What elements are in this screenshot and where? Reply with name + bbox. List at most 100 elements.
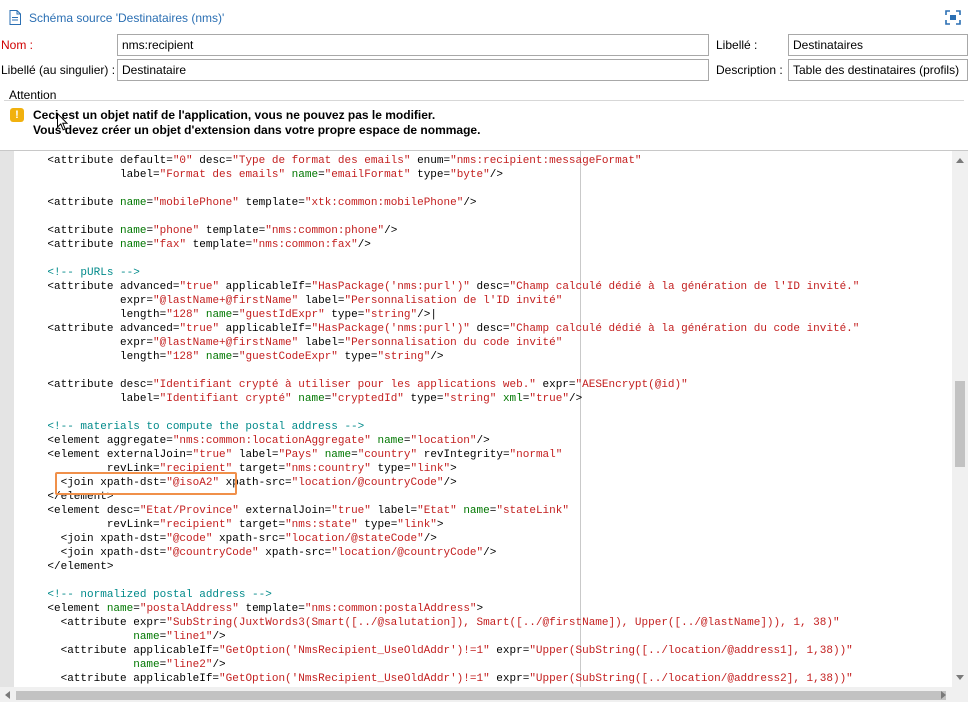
code-token: "Etat": [417, 505, 457, 517]
code-line[interactable]: <join xpath-dst="@code" xpath-src="locat…: [21, 532, 859, 546]
scroll-left-icon[interactable]: [5, 691, 10, 699]
source-editor[interactable]: <attribute default="0" desc="Type de for…: [0, 150, 968, 702]
horizontal-scroll-thumb[interactable]: [16, 691, 946, 700]
code-token: name: [205, 351, 233, 363]
code-token: name: [106, 603, 134, 615]
code-line[interactable]: <join xpath-dst="@countryCode" xpath-src…: [21, 546, 859, 560]
code-token: "true": [529, 393, 569, 405]
code-line[interactable]: length="128" name="guestIdExpr" type="st…: [21, 308, 859, 322]
code-token: expr=: [489, 645, 530, 657]
code-line[interactable]: <element aggregate="nms:common:locationA…: [21, 434, 859, 448]
name-field[interactable]: [117, 34, 709, 56]
code-token: =: [318, 169, 325, 181]
code-token: name: [133, 631, 160, 643]
code-line[interactable]: expr="@lastName+@firstName" label="Perso…: [21, 336, 859, 350]
code-line[interactable]: </element>: [21, 560, 859, 574]
code-token: />: [423, 533, 437, 545]
code-line[interactable]: <attribute default="0" desc="Type de for…: [21, 154, 859, 168]
code-line[interactable]: length="128" name="guestCodeExpr" type="…: [21, 350, 859, 364]
code-line[interactable]: <attribute applicableIf="GetOption('NmsR…: [21, 644, 859, 658]
code-line[interactable]: [21, 364, 859, 378]
code-line[interactable]: <element desc="Etat/Province" externalJo…: [21, 504, 859, 518]
source-code[interactable]: <attribute default="0" desc="Type de for…: [21, 154, 859, 686]
code-line[interactable]: [21, 252, 859, 266]
scroll-up-icon[interactable]: [956, 158, 964, 163]
code-token: type=: [357, 519, 398, 531]
code-line[interactable]: <attribute applicableIf="GetOption('NmsR…: [21, 672, 859, 686]
code-line[interactable]: <!-- normalized postal address -->: [21, 588, 859, 602]
code-line[interactable]: <element name="postalAddress" template="…: [21, 602, 859, 616]
code-token: "AESEncrypt(@id)": [575, 379, 688, 391]
code-token: template=: [238, 197, 305, 209]
code-token: <join xpath-dst=: [21, 547, 167, 559]
code-token: label=: [370, 505, 418, 517]
code-token: "guestCodeExpr": [238, 351, 338, 363]
code-line[interactable]: <attribute expr="SubString(JuxtWords3(Sm…: [21, 616, 859, 630]
code-line[interactable]: <attribute name="phone" template="nms:co…: [21, 224, 859, 238]
code-token: revIntegrity=: [417, 449, 510, 461]
code-token: =: [351, 449, 358, 461]
code-line[interactable]: name="line2"/>: [21, 658, 859, 672]
code-token: template=: [199, 225, 266, 237]
code-token: type=: [324, 309, 365, 321]
code-token: target=: [232, 463, 286, 475]
code-line[interactable]: [21, 406, 859, 420]
code-line[interactable]: <!-- materials to compute the postal add…: [21, 420, 859, 434]
code-line[interactable]: name="line1"/>: [21, 630, 859, 644]
code-line[interactable]: expr="@lastName+@firstName" label="Perso…: [21, 294, 859, 308]
scrollbar-corner: [952, 687, 968, 702]
code-line[interactable]: <element externalJoin="true" label="Pays…: [21, 448, 859, 462]
code-token: "@lastName+@firstName": [153, 337, 299, 349]
description-field[interactable]: [788, 59, 968, 81]
fit-screen-icon[interactable]: [945, 10, 961, 25]
code-token: "true": [331, 505, 371, 517]
code-token: />: [476, 435, 490, 447]
code-line[interactable]: <attribute advanced="true" applicableIf=…: [21, 280, 859, 294]
code-token: =: [232, 351, 239, 363]
singular-label-field[interactable]: [117, 59, 709, 81]
code-line[interactable]: [21, 182, 859, 196]
code-token: applicableIf=: [219, 281, 312, 293]
code-token: name: [205, 309, 233, 321]
code-token: />: [489, 169, 503, 181]
code-token: "link": [397, 519, 437, 531]
window-title: Schéma source 'Destinataires (nms)': [29, 11, 225, 25]
code-token: name: [120, 197, 147, 209]
code-token: "HasPackage('nms:purl')": [311, 323, 470, 335]
code-token: "0": [172, 155, 193, 167]
code-line[interactable]: <attribute name="mobilePhone" template="…: [21, 196, 859, 210]
horizontal-scrollbar[interactable]: [0, 687, 952, 702]
code-token: desc=: [469, 281, 510, 293]
code-token: />: [483, 547, 497, 559]
code-token: name: [120, 239, 147, 251]
code-token: "Personnalisation du code invité": [344, 337, 563, 349]
scroll-right-icon[interactable]: [941, 691, 946, 699]
code-line[interactable]: <attribute name="fax" template="nms:comm…: [21, 238, 859, 252]
code-line[interactable]: label="Format des emails" name="emailFor…: [21, 168, 859, 182]
vertical-scrollbar[interactable]: [952, 151, 968, 687]
code-token: label=: [21, 169, 160, 181]
code-line[interactable]: [21, 574, 859, 588]
singular-label: Libellé (au singulier) :: [1, 63, 116, 77]
code-line[interactable]: <!-- pURLs -->: [21, 266, 859, 280]
code-token: "@countryCode": [166, 547, 259, 559]
code-token: =: [133, 603, 140, 615]
code-line[interactable]: label="Identifiant crypté" name="crypted…: [21, 392, 859, 406]
label-label: Libellé :: [716, 38, 758, 52]
code-token: "128": [166, 309, 200, 321]
label-field[interactable]: [788, 34, 968, 56]
scroll-down-icon[interactable]: [956, 675, 964, 680]
code-token: "recipient": [159, 519, 233, 531]
attention-line-1: Ceci est un objet natif de l'application…: [33, 108, 436, 122]
code-token: type=: [370, 463, 411, 475]
vertical-scroll-thumb[interactable]: [955, 381, 965, 467]
code-token: >: [476, 603, 484, 615]
warning-icon: !: [10, 108, 24, 122]
code-token: "Upper(SubString([../location/@address1]…: [529, 645, 853, 657]
code-line[interactable]: [21, 210, 859, 224]
code-line[interactable]: <attribute advanced="true" applicableIf=…: [21, 322, 859, 336]
code-line[interactable]: revLink="recipient" target="nms:state" t…: [21, 518, 859, 532]
code-line[interactable]: <attribute desc="Identifiant crypté à ut…: [21, 378, 859, 392]
code-token: "country": [357, 449, 418, 461]
